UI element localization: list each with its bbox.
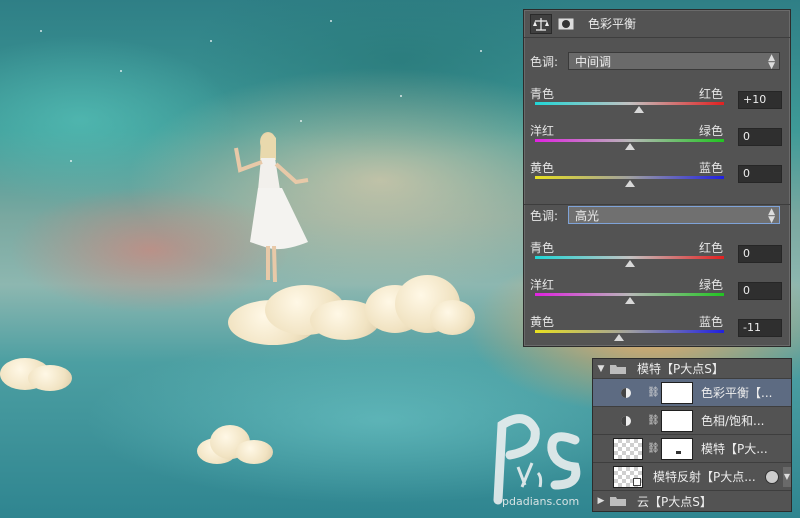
slider-thumb[interactable] [633, 106, 644, 113]
smart-object-icon [633, 477, 641, 486]
slider-track[interactable] [535, 293, 724, 296]
tone-dropdown-highlights[interactable]: 高光 ▲ ▼ [568, 206, 780, 225]
layer-thumbnail[interactable] [613, 437, 643, 460]
svg-text:pdadians.com: pdadians.com [502, 495, 579, 508]
slider-right-label: 绿色 [698, 124, 723, 138]
slider-right-label: 绿色 [698, 278, 723, 292]
layers-panel: ▼ 模特【P大点S】 ⛓ 色彩平衡【... ⛓ 色相/饱和... ⛓ 模特【P大… [592, 358, 792, 512]
layer-group-row[interactable]: ▶ 云【P大点S】 [593, 491, 791, 511]
tone-value: 高光 [575, 208, 600, 223]
slider-track[interactable] [535, 256, 724, 259]
layer-row[interactable]: ⛓ 色相/饱和... [593, 407, 791, 435]
star [120, 70, 122, 72]
slider-value-field[interactable]: 0 [738, 282, 782, 300]
layer-mask-thumbnail[interactable] [661, 409, 693, 432]
slider-cyan-red: 青色 红色 0 [530, 239, 782, 267]
fx-icon[interactable] [765, 469, 779, 484]
tone-value: 中间调 [575, 54, 612, 69]
scroll-arrow-icon[interactable]: ▼ [783, 466, 791, 487]
slider-yellow-blue: 黄色 蓝色 0 [530, 159, 782, 187]
slider-thumb[interactable] [624, 180, 635, 187]
slider-left-label: 黄色 [530, 315, 555, 329]
tone-dropdown-midtones[interactable]: 中间调 ▲ ▼ [568, 52, 780, 71]
layer-name: 色彩平衡【... [701, 386, 773, 400]
slider-track[interactable] [535, 139, 724, 142]
star [300, 120, 302, 122]
slider-value-field[interactable]: -11 [738, 319, 782, 337]
expand-arrow-icon[interactable]: ▼ [593, 364, 609, 374]
layer-row[interactable]: 模特反射【P大点... ▼ [593, 463, 791, 491]
dropdown-arrows-icon: ▲ ▼ [768, 207, 775, 225]
tone-select-row: 色调: 中间调 ▲ ▼ [530, 52, 780, 71]
star [70, 160, 72, 162]
divider [524, 204, 790, 205]
layer-group-row[interactable]: ▼ 模特【P大点S】 [593, 359, 791, 379]
layer-name: 模特反射【P大点... [653, 470, 756, 484]
slider-value-field[interactable]: 0 [738, 245, 782, 263]
slider-thumb[interactable] [624, 260, 635, 267]
tone-select-row: 色调: 高光 ▲ ▼ [530, 206, 780, 225]
tone-label: 色调: [530, 208, 559, 223]
slider-left-label: 洋红 [530, 124, 555, 138]
slider-cyan-red: 青色 红色 +10 [530, 85, 782, 113]
slider-value-field[interactable]: 0 [738, 128, 782, 146]
slider-magenta-green: 洋红 绿色 0 [530, 122, 782, 150]
star [40, 30, 42, 32]
collapse-arrow-icon[interactable]: ▶ [593, 496, 609, 506]
eye-icon[interactable] [619, 386, 633, 400]
link-icon: ⛓ [647, 415, 660, 426]
slider-value-field[interactable]: +10 [738, 91, 782, 109]
slider-left-label: 青色 [530, 241, 555, 255]
slider-yellow-blue: 黄色 蓝色 -11 [530, 313, 782, 341]
slider-thumb[interactable] [614, 334, 625, 341]
properties-header: 色彩平衡 [524, 10, 790, 38]
slider-thumb[interactable] [624, 297, 635, 304]
slider-left-label: 黄色 [530, 161, 555, 175]
folder-icon [610, 364, 626, 374]
layer-name: 色相/饱和... [701, 414, 765, 428]
woman-figure [234, 132, 309, 283]
slider-value-field[interactable]: 0 [738, 165, 782, 183]
mask-icon[interactable] [556, 15, 576, 33]
star [210, 40, 212, 42]
group-name: 云【P大点S】 [637, 494, 712, 509]
star [400, 95, 402, 97]
dropdown-arrows-icon: ▲ ▼ [768, 53, 775, 71]
slider-track[interactable] [535, 102, 724, 105]
layer-row[interactable]: ⛓ 模特【P大... [593, 435, 791, 463]
slider-thumb[interactable] [624, 143, 635, 150]
link-icon: ⛓ [647, 387, 660, 398]
link-icon: ⛓ [647, 443, 660, 454]
layer-row[interactable]: ⛓ 色彩平衡【... [593, 379, 791, 407]
slider-right-label: 红色 [698, 241, 723, 255]
slider-magenta-green: 洋红 绿色 0 [530, 276, 782, 304]
slider-track[interactable] [535, 330, 724, 333]
slider-left-label: 洋红 [530, 278, 555, 292]
folder-icon [610, 497, 626, 506]
tone-label: 色调: [530, 54, 559, 69]
star [330, 20, 332, 22]
slider-left-label: 青色 [530, 87, 555, 101]
slider-right-label: 红色 [698, 87, 723, 101]
pdadians-watermark-logo: pdadians.com [493, 414, 581, 508]
slider-right-label: 蓝色 [698, 161, 723, 175]
eye-icon[interactable] [619, 414, 633, 428]
star [480, 50, 482, 52]
panel-title: 色彩平衡 [588, 17, 637, 31]
slider-right-label: 蓝色 [698, 315, 723, 329]
properties-panel: 色彩平衡 色调: 中间调 ▲▼ 青色 红色 +10 洋红 绿色 0 黄色 蓝色 [523, 9, 791, 347]
slider-track[interactable] [535, 176, 724, 179]
layer-name: 模特【P大... [701, 442, 768, 456]
scales-icon[interactable] [530, 13, 552, 34]
group-name: 模特【P大点S】 [637, 362, 724, 376]
layer-mask-thumbnail[interactable] [661, 381, 693, 404]
layer-thumbnail[interactable] [613, 465, 643, 488]
layer-mask-thumbnail[interactable] [661, 437, 693, 460]
